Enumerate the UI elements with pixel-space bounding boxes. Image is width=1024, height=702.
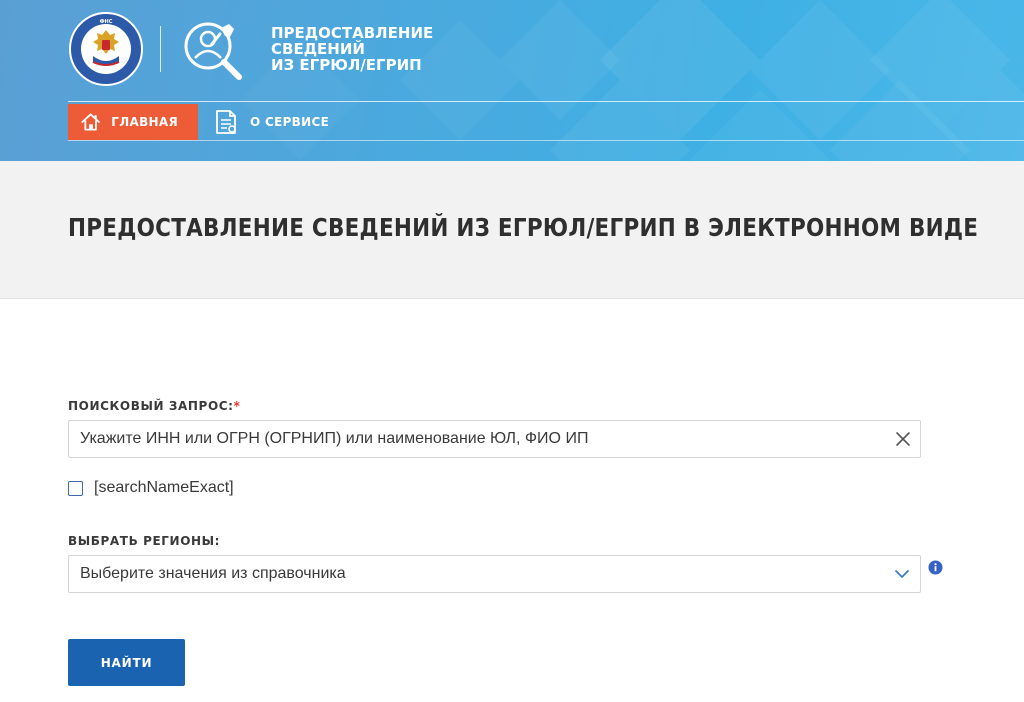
region-label: ВЫБРАТЬ РЕГИОНЫ: bbox=[68, 534, 221, 548]
service-title[interactable]: ПРЕДОСТАВЛЕНИЕ СВЕДЕНИЙ ИЗ ЕГРЮЛ/ЕГРИП bbox=[271, 25, 451, 73]
header-divider bbox=[68, 101, 1024, 102]
nav-bottom-line bbox=[68, 140, 1024, 141]
region-select[interactable]: Выберите значения из справочника bbox=[68, 555, 921, 593]
fns-emblem-icon[interactable]: ФНС bbox=[69, 12, 143, 86]
site-header: ФНС ПРЕДОСТАВЛЕНИЕ СВЕДЕНИЙ ИЗ ЕГРЮЛ/ЕГР… bbox=[0, 0, 1024, 161]
search-input[interactable] bbox=[69, 421, 869, 457]
nav-about[interactable]: О СЕРВИСЕ bbox=[198, 104, 349, 140]
chevron-down-icon[interactable] bbox=[894, 567, 910, 581]
find-button[interactable]: НАЙТИ bbox=[68, 639, 185, 686]
nav-about-label: О СЕРВИСЕ bbox=[250, 115, 330, 129]
document-icon bbox=[216, 110, 236, 134]
service-title-line-1: ПРЕДОСТАВЛЕНИЕ bbox=[271, 24, 434, 42]
main-nav: ГЛАВНАЯ О СЕРВИСЕ bbox=[68, 104, 349, 140]
logo-separator bbox=[160, 26, 161, 72]
clear-icon[interactable] bbox=[894, 430, 912, 448]
exact-name-checkbox[interactable] bbox=[68, 480, 83, 496]
service-title-line-2: СВЕДЕНИЙ bbox=[271, 40, 365, 58]
region-select-placeholder: Выберите значения из справочника bbox=[80, 565, 346, 582]
nav-home-label: ГЛАВНАЯ bbox=[111, 115, 178, 129]
exact-name-option[interactable]: [searchNameExact] bbox=[68, 479, 234, 497]
title-band: ПРЕДОСТАВЛЕНИЕ СВЕДЕНИЙ ИЗ ЕГРЮЛ/ЕГРИП В… bbox=[0, 161, 1024, 299]
required-mark: * bbox=[233, 399, 241, 413]
search-label: ПОИСКОВЫЙ ЗАПРОС:* bbox=[68, 399, 240, 413]
home-icon bbox=[81, 113, 100, 131]
service-title-line-3: ИЗ ЕГРЮЛ/ЕГРИП bbox=[271, 56, 422, 74]
search-label-text: ПОИСКОВЫЙ ЗАПРОС: bbox=[68, 399, 234, 413]
info-icon[interactable] bbox=[928, 560, 943, 575]
nav-home[interactable]: ГЛАВНАЯ bbox=[68, 104, 198, 140]
service-person-wrench-icon[interactable] bbox=[180, 18, 246, 84]
svg-text:ФНС: ФНС bbox=[100, 19, 113, 25]
page-title: ПРЕДОСТАВЛЕНИЕ СВЕДЕНИЙ ИЗ ЕГРЮЛ/ЕГРИП В… bbox=[68, 213, 979, 242]
exact-name-checkbox-label[interactable]: [searchNameExact] bbox=[94, 479, 234, 497]
search-field bbox=[68, 420, 921, 458]
